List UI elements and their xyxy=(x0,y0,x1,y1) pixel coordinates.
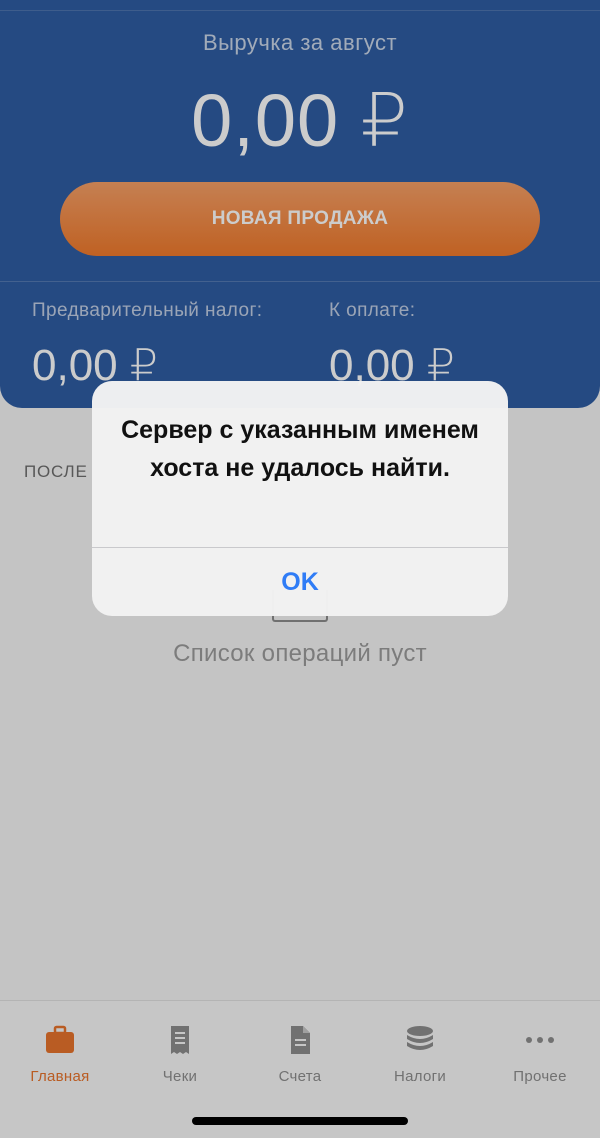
alert-message: Сервер с указанным именем хоста не удало… xyxy=(121,416,479,482)
alert-ok-button[interactable]: OK xyxy=(92,548,508,616)
error-alert-dialog: Сервер с указанным именем хоста не удало… xyxy=(92,381,508,616)
